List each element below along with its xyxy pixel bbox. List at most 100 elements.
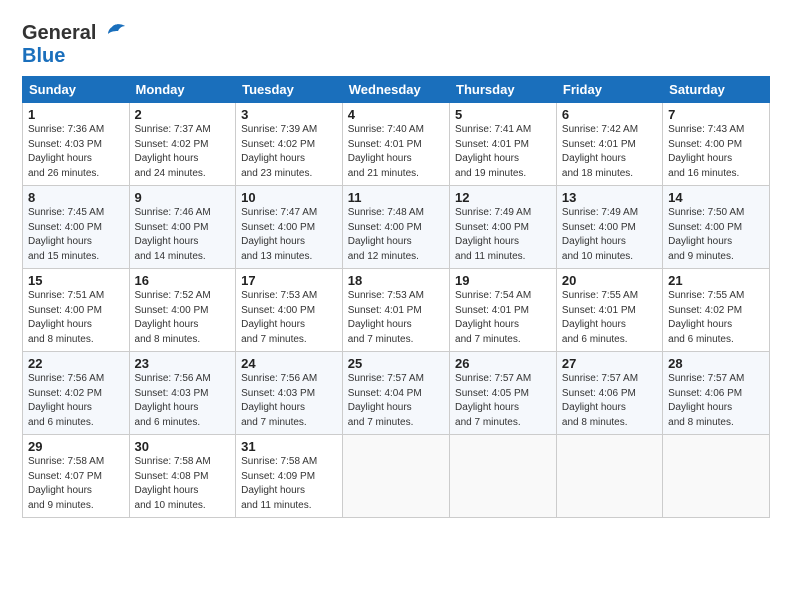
day-number: 5 <box>455 107 551 122</box>
day-number: 7 <box>668 107 764 122</box>
calendar-cell: 11 Sunrise: 7:48 AM Sunset: 4:00 PM Dayl… <box>342 186 449 269</box>
day-info: Sunrise: 7:54 AM Sunset: 4:01 PM Dayligh… <box>455 289 551 347</box>
day-info: Sunrise: 7:46 AM Sunset: 4:00 PM Dayligh… <box>135 206 231 264</box>
day-number: 2 <box>135 107 231 122</box>
calendar-cell: 29 Sunrise: 7:58 AM Sunset: 4:07 PM Dayl… <box>23 435 130 518</box>
day-number: 30 <box>135 439 231 454</box>
calendar-cell: 24 Sunrise: 7:56 AM Sunset: 4:03 PM Dayl… <box>236 352 343 435</box>
day-number: 26 <box>455 356 551 371</box>
calendar-cell: 30 Sunrise: 7:58 AM Sunset: 4:08 PM Dayl… <box>129 435 236 518</box>
calendar-cell <box>342 435 449 518</box>
day-number: 31 <box>241 439 337 454</box>
weekday-header-thursday: Thursday <box>450 77 557 103</box>
logo: General Blue <box>22 22 126 68</box>
calendar-table: SundayMondayTuesdayWednesdayThursdayFrid… <box>22 76 770 518</box>
calendar-cell: 23 Sunrise: 7:56 AM Sunset: 4:03 PM Dayl… <box>129 352 236 435</box>
day-number: 14 <box>668 190 764 205</box>
weekday-header-friday: Friday <box>556 77 662 103</box>
calendar-cell: 1 Sunrise: 7:36 AM Sunset: 4:03 PM Dayli… <box>23 103 130 186</box>
day-number: 23 <box>135 356 231 371</box>
calendar-cell: 3 Sunrise: 7:39 AM Sunset: 4:02 PM Dayli… <box>236 103 343 186</box>
calendar-cell: 21 Sunrise: 7:55 AM Sunset: 4:02 PM Dayl… <box>663 269 770 352</box>
calendar-cell: 6 Sunrise: 7:42 AM Sunset: 4:01 PM Dayli… <box>556 103 662 186</box>
day-number: 22 <box>28 356 124 371</box>
weekday-header-wednesday: Wednesday <box>342 77 449 103</box>
day-info: Sunrise: 7:49 AM Sunset: 4:00 PM Dayligh… <box>562 206 657 264</box>
day-number: 17 <box>241 273 337 288</box>
day-info: Sunrise: 7:57 AM Sunset: 4:06 PM Dayligh… <box>562 372 657 430</box>
weekday-header-saturday: Saturday <box>663 77 770 103</box>
weekday-header-tuesday: Tuesday <box>236 77 343 103</box>
day-number: 1 <box>28 107 124 122</box>
day-number: 3 <box>241 107 337 122</box>
calendar-cell: 20 Sunrise: 7:55 AM Sunset: 4:01 PM Dayl… <box>556 269 662 352</box>
calendar-cell: 17 Sunrise: 7:53 AM Sunset: 4:00 PM Dayl… <box>236 269 343 352</box>
calendar-week-1: 1 Sunrise: 7:36 AM Sunset: 4:03 PM Dayli… <box>23 103 770 186</box>
day-info: Sunrise: 7:56 AM Sunset: 4:02 PM Dayligh… <box>28 372 124 430</box>
calendar-cell: 7 Sunrise: 7:43 AM Sunset: 4:00 PM Dayli… <box>663 103 770 186</box>
day-info: Sunrise: 7:51 AM Sunset: 4:00 PM Dayligh… <box>28 289 124 347</box>
calendar-cell: 26 Sunrise: 7:57 AM Sunset: 4:05 PM Dayl… <box>450 352 557 435</box>
weekday-header-row: SundayMondayTuesdayWednesdayThursdayFrid… <box>23 77 770 103</box>
day-info: Sunrise: 7:41 AM Sunset: 4:01 PM Dayligh… <box>455 123 551 181</box>
day-info: Sunrise: 7:48 AM Sunset: 4:00 PM Dayligh… <box>348 206 444 264</box>
day-number: 12 <box>455 190 551 205</box>
day-number: 16 <box>135 273 231 288</box>
calendar-cell: 27 Sunrise: 7:57 AM Sunset: 4:06 PM Dayl… <box>556 352 662 435</box>
weekday-header-sunday: Sunday <box>23 77 130 103</box>
day-number: 27 <box>562 356 657 371</box>
day-info: Sunrise: 7:55 AM Sunset: 4:01 PM Dayligh… <box>562 289 657 347</box>
calendar-cell: 22 Sunrise: 7:56 AM Sunset: 4:02 PM Dayl… <box>23 352 130 435</box>
calendar-cell <box>450 435 557 518</box>
day-info: Sunrise: 7:58 AM Sunset: 4:09 PM Dayligh… <box>241 455 337 513</box>
day-info: Sunrise: 7:50 AM Sunset: 4:00 PM Dayligh… <box>668 206 764 264</box>
calendar-cell <box>663 435 770 518</box>
day-number: 24 <box>241 356 337 371</box>
day-number: 19 <box>455 273 551 288</box>
day-number: 28 <box>668 356 764 371</box>
calendar-cell: 9 Sunrise: 7:46 AM Sunset: 4:00 PM Dayli… <box>129 186 236 269</box>
calendar-cell: 12 Sunrise: 7:49 AM Sunset: 4:00 PM Dayl… <box>450 186 557 269</box>
logo-bird-icon <box>98 23 126 45</box>
calendar-cell: 18 Sunrise: 7:53 AM Sunset: 4:01 PM Dayl… <box>342 269 449 352</box>
day-number: 6 <box>562 107 657 122</box>
day-info: Sunrise: 7:37 AM Sunset: 4:02 PM Dayligh… <box>135 123 231 181</box>
day-info: Sunrise: 7:40 AM Sunset: 4:01 PM Dayligh… <box>348 123 444 181</box>
day-info: Sunrise: 7:58 AM Sunset: 4:07 PM Dayligh… <box>28 455 124 513</box>
logo-blue-text: Blue <box>22 45 65 68</box>
day-info: Sunrise: 7:57 AM Sunset: 4:04 PM Dayligh… <box>348 372 444 430</box>
calendar-cell: 13 Sunrise: 7:49 AM Sunset: 4:00 PM Dayl… <box>556 186 662 269</box>
day-number: 8 <box>28 190 124 205</box>
day-info: Sunrise: 7:39 AM Sunset: 4:02 PM Dayligh… <box>241 123 337 181</box>
calendar-cell: 16 Sunrise: 7:52 AM Sunset: 4:00 PM Dayl… <box>129 269 236 352</box>
day-info: Sunrise: 7:42 AM Sunset: 4:01 PM Dayligh… <box>562 123 657 181</box>
day-number: 21 <box>668 273 764 288</box>
weekday-header-monday: Monday <box>129 77 236 103</box>
day-number: 10 <box>241 190 337 205</box>
calendar-cell: 8 Sunrise: 7:45 AM Sunset: 4:00 PM Dayli… <box>23 186 130 269</box>
day-info: Sunrise: 7:53 AM Sunset: 4:00 PM Dayligh… <box>241 289 337 347</box>
calendar-cell: 2 Sunrise: 7:37 AM Sunset: 4:02 PM Dayli… <box>129 103 236 186</box>
day-info: Sunrise: 7:36 AM Sunset: 4:03 PM Dayligh… <box>28 123 124 181</box>
day-info: Sunrise: 7:49 AM Sunset: 4:00 PM Dayligh… <box>455 206 551 264</box>
calendar-week-3: 15 Sunrise: 7:51 AM Sunset: 4:00 PM Dayl… <box>23 269 770 352</box>
day-number: 13 <box>562 190 657 205</box>
calendar-cell: 14 Sunrise: 7:50 AM Sunset: 4:00 PM Dayl… <box>663 186 770 269</box>
day-number: 15 <box>28 273 124 288</box>
day-number: 29 <box>28 439 124 454</box>
header: General Blue <box>22 18 770 68</box>
day-number: 4 <box>348 107 444 122</box>
page: General Blue SundayMondayTuesdayWednesda… <box>0 0 792 528</box>
calendar-cell: 28 Sunrise: 7:57 AM Sunset: 4:06 PM Dayl… <box>663 352 770 435</box>
calendar-week-2: 8 Sunrise: 7:45 AM Sunset: 4:00 PM Dayli… <box>23 186 770 269</box>
calendar-cell <box>556 435 662 518</box>
day-number: 9 <box>135 190 231 205</box>
day-info: Sunrise: 7:53 AM Sunset: 4:01 PM Dayligh… <box>348 289 444 347</box>
calendar-cell: 31 Sunrise: 7:58 AM Sunset: 4:09 PM Dayl… <box>236 435 343 518</box>
day-number: 18 <box>348 273 444 288</box>
calendar-cell: 15 Sunrise: 7:51 AM Sunset: 4:00 PM Dayl… <box>23 269 130 352</box>
day-info: Sunrise: 7:47 AM Sunset: 4:00 PM Dayligh… <box>241 206 337 264</box>
calendar-cell: 25 Sunrise: 7:57 AM Sunset: 4:04 PM Dayl… <box>342 352 449 435</box>
day-info: Sunrise: 7:56 AM Sunset: 4:03 PM Dayligh… <box>241 372 337 430</box>
calendar-cell: 19 Sunrise: 7:54 AM Sunset: 4:01 PM Dayl… <box>450 269 557 352</box>
